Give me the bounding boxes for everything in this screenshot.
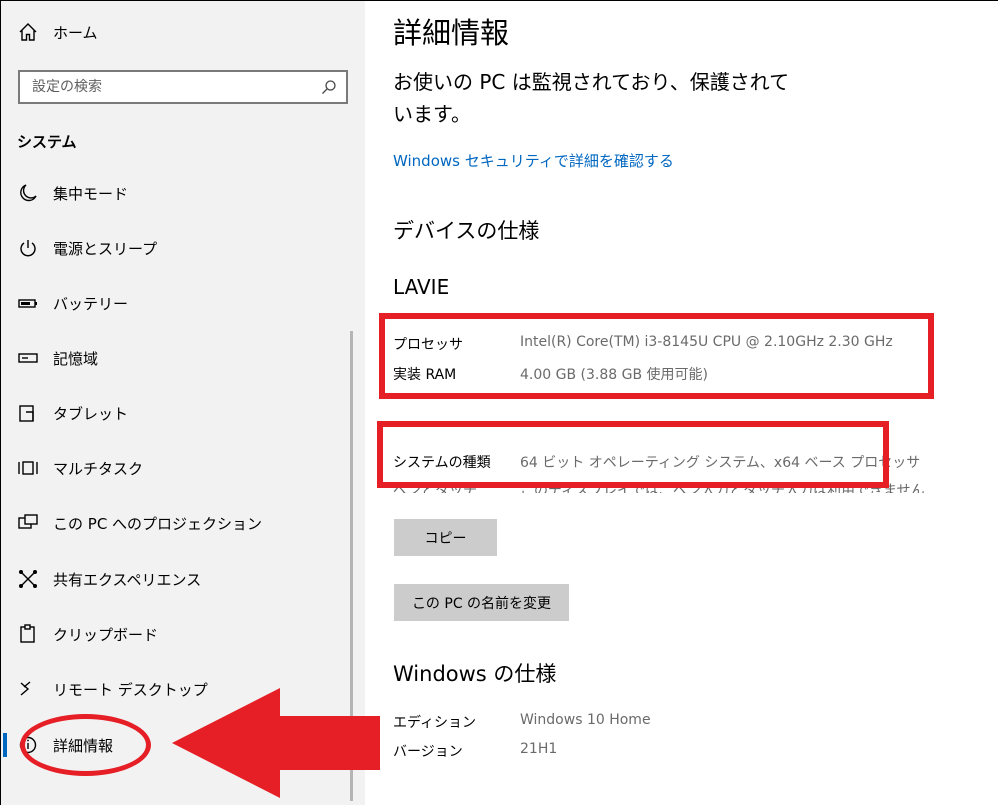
sidebar-item-label: 記憶域	[53, 349, 99, 368]
moon-icon	[17, 182, 39, 204]
multitask-icon	[17, 457, 39, 479]
annotation-circle-about	[20, 714, 151, 776]
spec-key: エディション	[393, 715, 477, 731]
spec-key: バージョン	[393, 744, 463, 760]
sidebar-item-label: バッテリー	[53, 294, 129, 313]
sidebar-item-shared-experiences[interactable]: 共有エクスペリエンス	[17, 565, 201, 593]
copy-button[interactable]: コピー	[394, 519, 497, 556]
annotation-box-processor-ram	[379, 313, 934, 399]
power-icon	[17, 237, 39, 259]
home-label: ホーム	[53, 23, 98, 42]
remote-desktop-icon	[17, 678, 39, 700]
tablet-icon	[17, 402, 39, 424]
sidebar-item-multitasking[interactable]: マルチタスク	[17, 454, 143, 482]
sidebar-item-label: 電源とスリープ	[53, 239, 158, 258]
clipboard-icon	[17, 623, 39, 645]
sidebar-item-label: この PC へのプロジェクション	[53, 514, 263, 533]
sidebar-item-label: タブレット	[53, 404, 129, 423]
device-name: LAVIE	[393, 275, 450, 299]
search-icon[interactable]	[320, 78, 338, 96]
annotation-box-system-type	[377, 421, 889, 488]
protection-status-text: お使いの PC は監視されており、保護されています。	[393, 70, 790, 126]
settings-search-box[interactable]	[18, 70, 348, 104]
sidebar-item-clipboard[interactable]: クリップボード	[17, 620, 158, 648]
battery-icon	[17, 292, 39, 314]
sidebar-item-tablet[interactable]: タブレット	[17, 399, 128, 427]
rename-pc-button[interactable]: この PC の名前を変更	[394, 584, 569, 621]
spec-row-edition: エディション Windows 10 Home	[393, 712, 651, 732]
search-input[interactable]	[20, 72, 320, 102]
shared-experience-icon	[17, 568, 39, 590]
spec-value: 21H1	[520, 741, 558, 757]
sidebar-item-label: 共有エクスペリエンス	[53, 570, 202, 589]
sidebar-item-label: クリップボード	[53, 625, 159, 644]
sidebar-item-storage[interactable]: 記憶域	[17, 344, 98, 372]
sidebar-item-focus-assist[interactable]: 集中モード	[17, 179, 128, 207]
device-spec-heading: デバイスの仕様	[393, 219, 540, 243]
windows-spec-heading: Windows の仕様	[393, 662, 557, 686]
sidebar-item-projecting[interactable]: この PC へのプロジェクション	[17, 509, 262, 537]
sidebar-item-battery[interactable]: バッテリー	[17, 289, 128, 317]
sidebar-item-label: 集中モード	[53, 184, 129, 203]
annotation-arrow-icon	[172, 688, 380, 798]
spec-row-version: バージョン 21H1	[393, 741, 557, 761]
windows-security-link[interactable]: Windows セキュリティで詳細を確認する	[393, 150, 674, 171]
storage-icon	[17, 347, 39, 369]
sidebar-item-power-sleep[interactable]: 電源とスリープ	[17, 234, 157, 262]
home-icon	[17, 21, 39, 43]
sidebar: ホーム システム 集中モード 電源とスリープ バッテリー 記憶域 タブレット マ…	[1, 1, 365, 805]
spec-value: Windows 10 Home	[520, 712, 651, 728]
home-nav-item[interactable]: ホーム	[17, 21, 98, 43]
sidebar-item-label: マルチタスク	[53, 459, 144, 478]
projection-icon	[17, 512, 39, 534]
section-title-system: システム	[17, 133, 77, 151]
page-title: 詳細情報	[393, 16, 510, 50]
